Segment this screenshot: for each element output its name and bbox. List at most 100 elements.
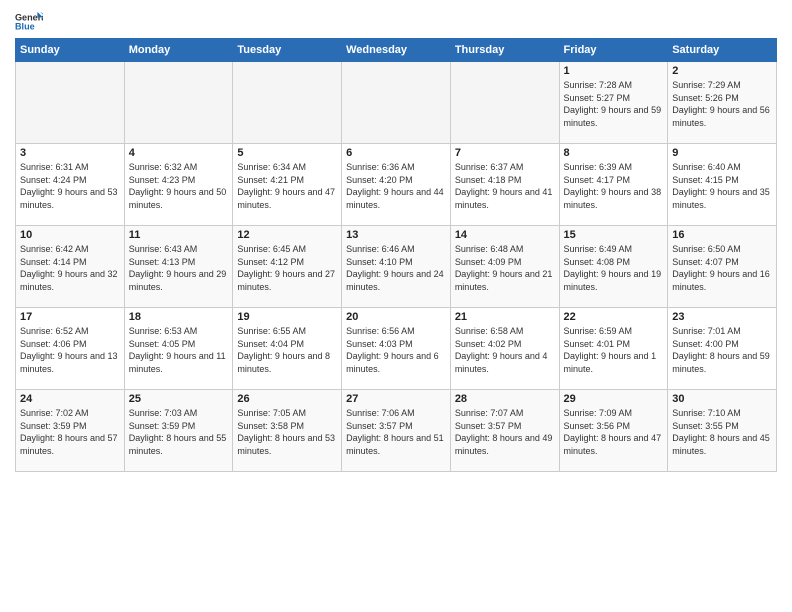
day-info: Sunrise: 6:43 AM Sunset: 4:13 PM Dayligh… bbox=[129, 243, 229, 293]
calendar-cell: 9 Sunrise: 6:40 AM Sunset: 4:15 PM Daylig… bbox=[668, 144, 777, 226]
day-number: 5 bbox=[237, 147, 337, 159]
day-info: Sunrise: 6:52 AM Sunset: 4:06 PM Dayligh… bbox=[20, 325, 120, 375]
day-number: 13 bbox=[346, 229, 446, 241]
calendar: SundayMondayTuesdayWednesdayThursdayFrid… bbox=[15, 38, 777, 472]
calendar-cell: 20 Sunrise: 6:56 AM Sunset: 4:03 PM Dayli… bbox=[342, 308, 451, 390]
day-number: 12 bbox=[237, 229, 337, 241]
calendar-week-3: 10 Sunrise: 6:42 AM Sunset: 4:14 PM Dayli… bbox=[16, 226, 777, 308]
day-info: Sunrise: 7:01 AM Sunset: 4:00 PM Dayligh… bbox=[672, 325, 772, 375]
day-info: Sunrise: 6:42 AM Sunset: 4:14 PM Dayligh… bbox=[20, 243, 120, 293]
day-info: Sunrise: 7:05 AM Sunset: 3:58 PM Dayligh… bbox=[237, 407, 337, 457]
day-info: Sunrise: 6:31 AM Sunset: 4:24 PM Dayligh… bbox=[20, 161, 120, 211]
calendar-cell: 28 Sunrise: 7:07 AM Sunset: 3:57 PM Dayli… bbox=[450, 390, 559, 472]
calendar-cell: 5 Sunrise: 6:34 AM Sunset: 4:21 PM Daylig… bbox=[233, 144, 342, 226]
day-info: Sunrise: 7:06 AM Sunset: 3:57 PM Dayligh… bbox=[346, 407, 446, 457]
calendar-week-1: 1Sunrise: 7:28 AM Sunset: 5:27 PM Daylig… bbox=[16, 62, 777, 144]
day-number: 18 bbox=[129, 311, 229, 323]
day-number: 6 bbox=[346, 147, 446, 159]
day-info: Sunrise: 7:07 AM Sunset: 3:57 PM Dayligh… bbox=[455, 407, 555, 457]
calendar-cell bbox=[124, 62, 233, 144]
day-number: 25 bbox=[129, 393, 229, 405]
calendar-cell: 1Sunrise: 7:28 AM Sunset: 5:27 PM Daylig… bbox=[559, 62, 668, 144]
day-number: 16 bbox=[672, 229, 772, 241]
day-info: Sunrise: 6:45 AM Sunset: 4:12 PM Dayligh… bbox=[237, 243, 337, 293]
day-info: Sunrise: 7:29 AM Sunset: 5:26 PM Dayligh… bbox=[672, 79, 772, 129]
calendar-cell: 22 Sunrise: 6:59 AM Sunset: 4:01 PM Dayli… bbox=[559, 308, 668, 390]
calendar-cell: 19 Sunrise: 6:55 AM Sunset: 4:04 PM Dayli… bbox=[233, 308, 342, 390]
calendar-cell: 8Sunrise: 6:39 AM Sunset: 4:17 PM Daylig… bbox=[559, 144, 668, 226]
day-info: Sunrise: 6:40 AM Sunset: 4:15 PM Dayligh… bbox=[672, 161, 772, 211]
day-number: 2 bbox=[672, 65, 772, 77]
calendar-header-row: SundayMondayTuesdayWednesdayThursdayFrid… bbox=[16, 39, 777, 62]
calendar-cell: 7 Sunrise: 6:37 AM Sunset: 4:18 PM Daylig… bbox=[450, 144, 559, 226]
logo-icon: General Blue bbox=[15, 10, 43, 32]
day-number: 7 bbox=[455, 147, 555, 159]
day-number: 21 bbox=[455, 311, 555, 323]
calendar-cell: 3 Sunrise: 6:31 AM Sunset: 4:24 PM Daylig… bbox=[16, 144, 125, 226]
calendar-cell: 17 Sunrise: 6:52 AM Sunset: 4:06 PM Dayli… bbox=[16, 308, 125, 390]
day-number: 14 bbox=[455, 229, 555, 241]
calendar-cell: 16Sunrise: 6:50 AM Sunset: 4:07 PM Dayli… bbox=[668, 226, 777, 308]
day-number: 20 bbox=[346, 311, 446, 323]
day-number: 4 bbox=[129, 147, 229, 159]
calendar-header-sunday: Sunday bbox=[16, 39, 125, 62]
day-info: Sunrise: 6:34 AM Sunset: 4:21 PM Dayligh… bbox=[237, 161, 337, 211]
calendar-cell bbox=[450, 62, 559, 144]
day-info: Sunrise: 6:32 AM Sunset: 4:23 PM Dayligh… bbox=[129, 161, 229, 211]
calendar-cell: 25Sunrise: 7:03 AM Sunset: 3:59 PM Dayli… bbox=[124, 390, 233, 472]
calendar-cell bbox=[233, 62, 342, 144]
calendar-cell: 2 Sunrise: 7:29 AM Sunset: 5:26 PM Daylig… bbox=[668, 62, 777, 144]
calendar-cell: 13Sunrise: 6:46 AM Sunset: 4:10 PM Dayli… bbox=[342, 226, 451, 308]
calendar-cell: 21 Sunrise: 6:58 AM Sunset: 4:02 PM Dayli… bbox=[450, 308, 559, 390]
day-number: 22 bbox=[564, 311, 664, 323]
calendar-cell: 18 Sunrise: 6:53 AM Sunset: 4:05 PM Dayli… bbox=[124, 308, 233, 390]
day-number: 8 bbox=[564, 147, 664, 159]
calendar-cell: 23 Sunrise: 7:01 AM Sunset: 4:00 PM Dayli… bbox=[668, 308, 777, 390]
day-info: Sunrise: 6:36 AM Sunset: 4:20 PM Dayligh… bbox=[346, 161, 446, 211]
day-info: Sunrise: 6:37 AM Sunset: 4:18 PM Dayligh… bbox=[455, 161, 555, 211]
day-number: 23 bbox=[672, 311, 772, 323]
calendar-week-2: 3 Sunrise: 6:31 AM Sunset: 4:24 PM Daylig… bbox=[16, 144, 777, 226]
day-number: 3 bbox=[20, 147, 120, 159]
day-number: 17 bbox=[20, 311, 120, 323]
day-info: Sunrise: 7:10 AM Sunset: 3:55 PM Dayligh… bbox=[672, 407, 772, 457]
calendar-header-tuesday: Tuesday bbox=[233, 39, 342, 62]
day-number: 27 bbox=[346, 393, 446, 405]
day-info: Sunrise: 6:49 AM Sunset: 4:08 PM Dayligh… bbox=[564, 243, 664, 293]
calendar-cell: 26 Sunrise: 7:05 AM Sunset: 3:58 PM Dayli… bbox=[233, 390, 342, 472]
calendar-cell: 4 Sunrise: 6:32 AM Sunset: 4:23 PM Daylig… bbox=[124, 144, 233, 226]
calendar-cell: 6 Sunrise: 6:36 AM Sunset: 4:20 PM Daylig… bbox=[342, 144, 451, 226]
day-info: Sunrise: 6:55 AM Sunset: 4:04 PM Dayligh… bbox=[237, 325, 337, 375]
day-number: 30 bbox=[672, 393, 772, 405]
day-number: 26 bbox=[237, 393, 337, 405]
day-number: 9 bbox=[672, 147, 772, 159]
day-number: 19 bbox=[237, 311, 337, 323]
day-info: Sunrise: 6:59 AM Sunset: 4:01 PM Dayligh… bbox=[564, 325, 664, 375]
day-info: Sunrise: 7:02 AM Sunset: 3:59 PM Dayligh… bbox=[20, 407, 120, 457]
calendar-cell: 10 Sunrise: 6:42 AM Sunset: 4:14 PM Dayli… bbox=[16, 226, 125, 308]
day-info: Sunrise: 6:56 AM Sunset: 4:03 PM Dayligh… bbox=[346, 325, 446, 375]
day-info: Sunrise: 7:28 AM Sunset: 5:27 PM Dayligh… bbox=[564, 79, 664, 129]
calendar-cell bbox=[16, 62, 125, 144]
calendar-cell: 29Sunrise: 7:09 AM Sunset: 3:56 PM Dayli… bbox=[559, 390, 668, 472]
calendar-header-monday: Monday bbox=[124, 39, 233, 62]
calendar-header-friday: Friday bbox=[559, 39, 668, 62]
calendar-cell: 14Sunrise: 6:48 AM Sunset: 4:09 PM Dayli… bbox=[450, 226, 559, 308]
calendar-week-5: 24Sunrise: 7:02 AM Sunset: 3:59 PM Dayli… bbox=[16, 390, 777, 472]
calendar-cell: 12 Sunrise: 6:45 AM Sunset: 4:12 PM Dayli… bbox=[233, 226, 342, 308]
day-number: 15 bbox=[564, 229, 664, 241]
day-info: Sunrise: 6:58 AM Sunset: 4:02 PM Dayligh… bbox=[455, 325, 555, 375]
calendar-cell: 30 Sunrise: 7:10 AM Sunset: 3:55 PM Dayli… bbox=[668, 390, 777, 472]
calendar-week-4: 17 Sunrise: 6:52 AM Sunset: 4:06 PM Dayli… bbox=[16, 308, 777, 390]
logo: General Blue bbox=[15, 10, 43, 32]
calendar-cell bbox=[342, 62, 451, 144]
day-number: 29 bbox=[564, 393, 664, 405]
day-number: 28 bbox=[455, 393, 555, 405]
day-info: Sunrise: 6:53 AM Sunset: 4:05 PM Dayligh… bbox=[129, 325, 229, 375]
svg-text:Blue: Blue bbox=[15, 21, 35, 31]
header: General Blue bbox=[15, 10, 777, 32]
calendar-header-saturday: Saturday bbox=[668, 39, 777, 62]
day-number: 10 bbox=[20, 229, 120, 241]
day-number: 11 bbox=[129, 229, 229, 241]
calendar-header-wednesday: Wednesday bbox=[342, 39, 451, 62]
